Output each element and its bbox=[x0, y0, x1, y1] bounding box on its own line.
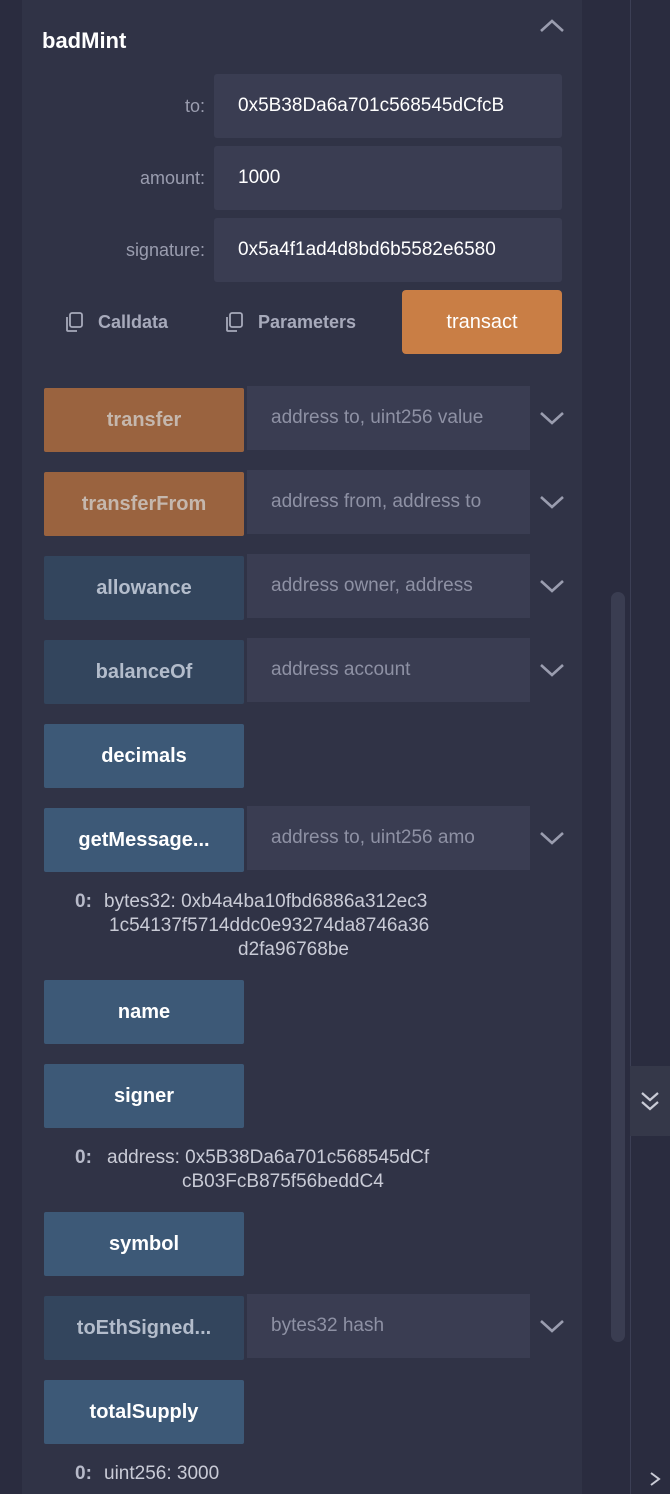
chevron-down-icon bbox=[540, 580, 564, 593]
scrollbar-thumb[interactable] bbox=[611, 592, 625, 1342]
copy-icon bbox=[66, 312, 83, 332]
copy-calldata-button[interactable]: Calldata bbox=[64, 311, 168, 333]
double-chevron-down-icon bbox=[641, 1092, 659, 1111]
transact-button[interactable]: transact bbox=[402, 290, 562, 354]
fn-balanceof-expand[interactable] bbox=[538, 660, 566, 680]
chevron-down-icon bbox=[540, 832, 564, 845]
terminal-caret[interactable] bbox=[648, 1470, 662, 1493]
fn-getmessage-input[interactable]: address to, uint256 amo bbox=[247, 806, 530, 870]
fn-totalsupply-button[interactable]: totalSupply bbox=[44, 1380, 244, 1444]
fn-balanceof-input[interactable]: address account bbox=[247, 638, 530, 702]
copy-parameters-button[interactable]: Parameters bbox=[224, 311, 356, 333]
amount-label: amount: bbox=[139, 168, 205, 188]
fn-transferfrom-button[interactable]: transferFrom bbox=[44, 472, 244, 536]
signature-label: signature: bbox=[125, 240, 205, 260]
fn-signer-button[interactable]: signer bbox=[44, 1064, 244, 1128]
collapse-button[interactable] bbox=[538, 16, 566, 36]
chevron-down-icon bbox=[540, 664, 564, 677]
function-title: badMint bbox=[42, 28, 127, 53]
fn-symbol-button[interactable]: symbol bbox=[44, 1212, 244, 1276]
to-input[interactable]: 0x5B38Da6a701c568545dCfcB bbox=[214, 74, 562, 138]
fn-transferfrom-input[interactable]: address from, address to bbox=[247, 470, 530, 534]
right-sidebar bbox=[630, 0, 670, 1494]
chevron-down-icon bbox=[540, 496, 564, 509]
fn-balanceof-button[interactable]: balanceOf bbox=[44, 640, 244, 704]
fn-name-button[interactable]: name bbox=[44, 980, 244, 1044]
fn-transferfrom-expand[interactable] bbox=[538, 492, 566, 512]
fn-transfer-expand[interactable] bbox=[538, 408, 566, 428]
fn-decimals-button[interactable]: decimals bbox=[44, 724, 244, 788]
fn-toethsigned-button[interactable]: toEthSigned... bbox=[44, 1296, 244, 1360]
chevron-down-icon bbox=[540, 1320, 564, 1333]
fn-transfer-button[interactable]: transfer bbox=[44, 388, 244, 452]
chevron-up-icon bbox=[540, 19, 564, 32]
collapse-terminal-button[interactable] bbox=[630, 1066, 670, 1136]
signature-input[interactable]: 0x5a4f1ad4d8bd6b5582e6580 bbox=[214, 218, 562, 282]
caret-right-icon bbox=[650, 1472, 661, 1486]
copy-icon bbox=[226, 312, 243, 332]
fn-allowance-expand[interactable] bbox=[538, 576, 566, 596]
fn-toethsigned-input[interactable]: bytes32 hash bbox=[247, 1294, 530, 1358]
amount-input[interactable]: 1000 bbox=[214, 146, 562, 210]
fn-allowance-button[interactable]: allowance bbox=[44, 556, 244, 620]
fn-toethsigned-expand[interactable] bbox=[538, 1316, 566, 1336]
fn-getmessage-button[interactable]: getMessage... bbox=[44, 808, 244, 872]
fn-getmessage-expand[interactable] bbox=[538, 828, 566, 848]
to-label: to: bbox=[184, 96, 205, 116]
fn-allowance-input[interactable]: address owner, address bbox=[247, 554, 530, 618]
fn-transfer-input[interactable]: address to, uint256 value bbox=[247, 386, 530, 450]
chevron-down-icon bbox=[540, 412, 564, 425]
